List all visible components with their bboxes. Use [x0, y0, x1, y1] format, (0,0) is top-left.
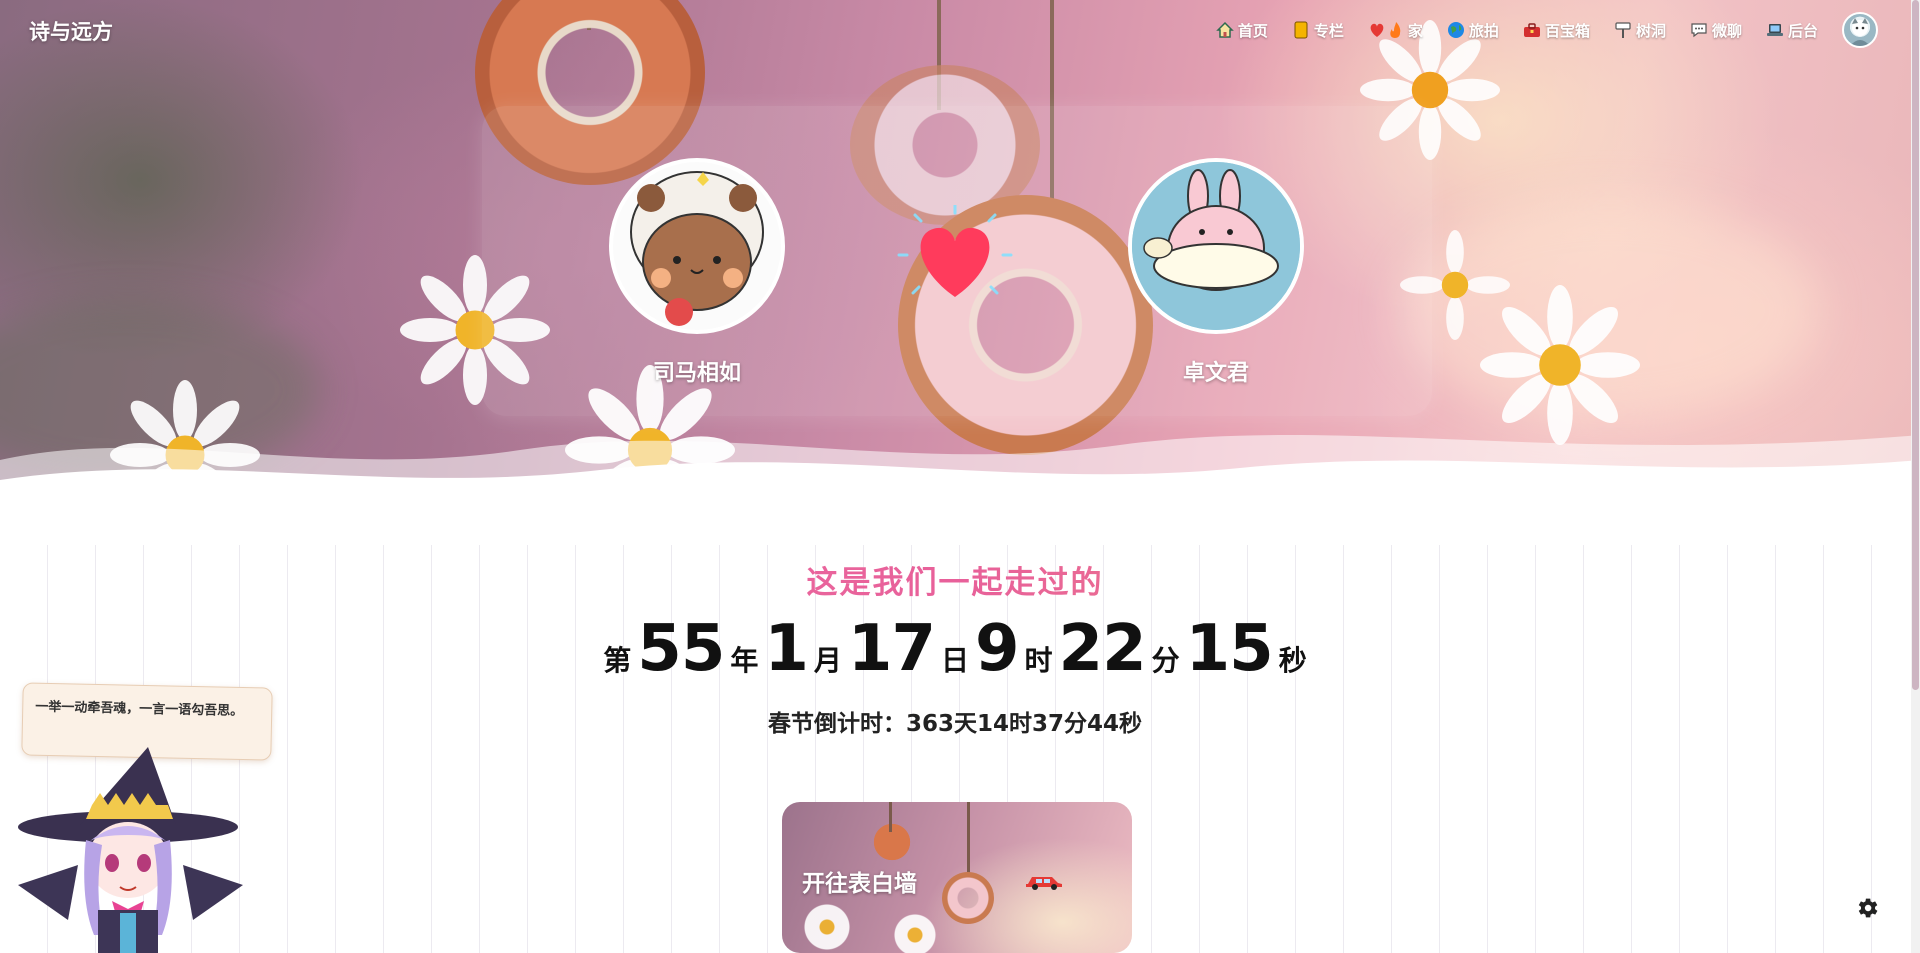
page-scrollbar[interactable]: [1911, 0, 1920, 953]
scrollbar-thumb[interactable]: [1912, 0, 1919, 690]
nav-column-label: 专栏: [1313, 21, 1344, 40]
nav-admin[interactable]: 后台: [1766, 20, 1818, 41]
site-title[interactable]: 诗与远方: [29, 16, 113, 46]
timer-minutes-unit: 分: [1151, 644, 1180, 677]
nav-home-label: 首页: [1237, 21, 1268, 40]
car-icon: [1024, 872, 1064, 894]
nav-travel-label: 旅拍: [1468, 21, 1499, 40]
timer-months-unit: 月: [813, 644, 842, 677]
timer-seconds-unit: 秒: [1278, 644, 1307, 677]
confession-wall-label: 开往表白墙: [802, 871, 917, 897]
heart-icon: [895, 203, 1015, 305]
wave-divider: [0, 435, 1920, 545]
nav-chat[interactable]: 微聊: [1690, 20, 1742, 41]
gear-icon[interactable]: [1854, 895, 1880, 921]
nav-toolbox[interactable]: 百宝箱: [1523, 20, 1590, 41]
nav-column[interactable]: 专栏: [1292, 20, 1344, 41]
nav-home-family-label: 家: [1407, 21, 1423, 40]
nav-home-family[interactable]: 家: [1368, 20, 1423, 41]
house-icon: [1216, 21, 1234, 39]
nav-treehole[interactable]: 树洞: [1614, 20, 1666, 41]
timer-days-unit: 日: [940, 644, 969, 677]
rabbit-avatar-icon: [1132, 162, 1300, 330]
love-timer: 第 55 年 1 月 17 日 9 时 22 分 15 秒: [0, 612, 1910, 686]
heart-fire-icon: [1368, 21, 1404, 39]
timer-hours-unit: 时: [1024, 644, 1053, 677]
top-nav: 首页 专栏 家 旅拍 百宝箱 树洞 微聊 后台: [1192, 12, 1878, 48]
nav-treehole-label: 树洞: [1635, 21, 1666, 40]
spring-festival-countdown: 春节倒计时：363天14时37分44秒: [767, 711, 1143, 737]
globe-icon: [1447, 21, 1465, 39]
notebook-icon: [1292, 21, 1310, 39]
right-avatar[interactable]: [1128, 158, 1304, 334]
timer-months: 1: [764, 612, 809, 686]
timer-days: 17: [847, 612, 936, 686]
confession-wall-card[interactable]: 开往表白墙: [782, 802, 1132, 953]
timer-years: 55: [637, 612, 725, 686]
hero-banner: 司马相如 卓文君: [0, 0, 1920, 545]
bear-avatar-icon: [613, 162, 781, 330]
laptop-icon: [1766, 21, 1784, 39]
timer-prefix: 第: [603, 644, 632, 677]
left-avatar[interactable]: [609, 158, 785, 334]
nav-home[interactable]: 首页: [1216, 20, 1268, 41]
user-avatar-icon[interactable]: [1842, 12, 1878, 48]
chat-bubble-icon: [1690, 21, 1708, 39]
left-person-name: 司马相如: [652, 361, 741, 386]
nav-chat-label: 微聊: [1711, 21, 1742, 40]
toolbox-icon: [1523, 21, 1541, 39]
timer-seconds: 15: [1185, 612, 1274, 686]
signpost-icon: [1614, 21, 1632, 39]
nav-travel[interactable]: 旅拍: [1447, 20, 1499, 41]
witch-mascot[interactable]: [8, 745, 253, 953]
timer-minutes: 22: [1058, 612, 1147, 686]
timer-years-unit: 年: [730, 644, 759, 677]
love-title: 这是我们一起走过的: [0, 557, 1910, 602]
nav-toolbox-label: 百宝箱: [1544, 21, 1590, 40]
timer-hours: 9: [975, 612, 1020, 686]
nav-admin-label: 后台: [1787, 21, 1818, 40]
mascot-quote: 一举一动牵吾魂，一言一语勾吾思。: [35, 699, 244, 720]
right-person-name: 卓文君: [1182, 361, 1249, 386]
